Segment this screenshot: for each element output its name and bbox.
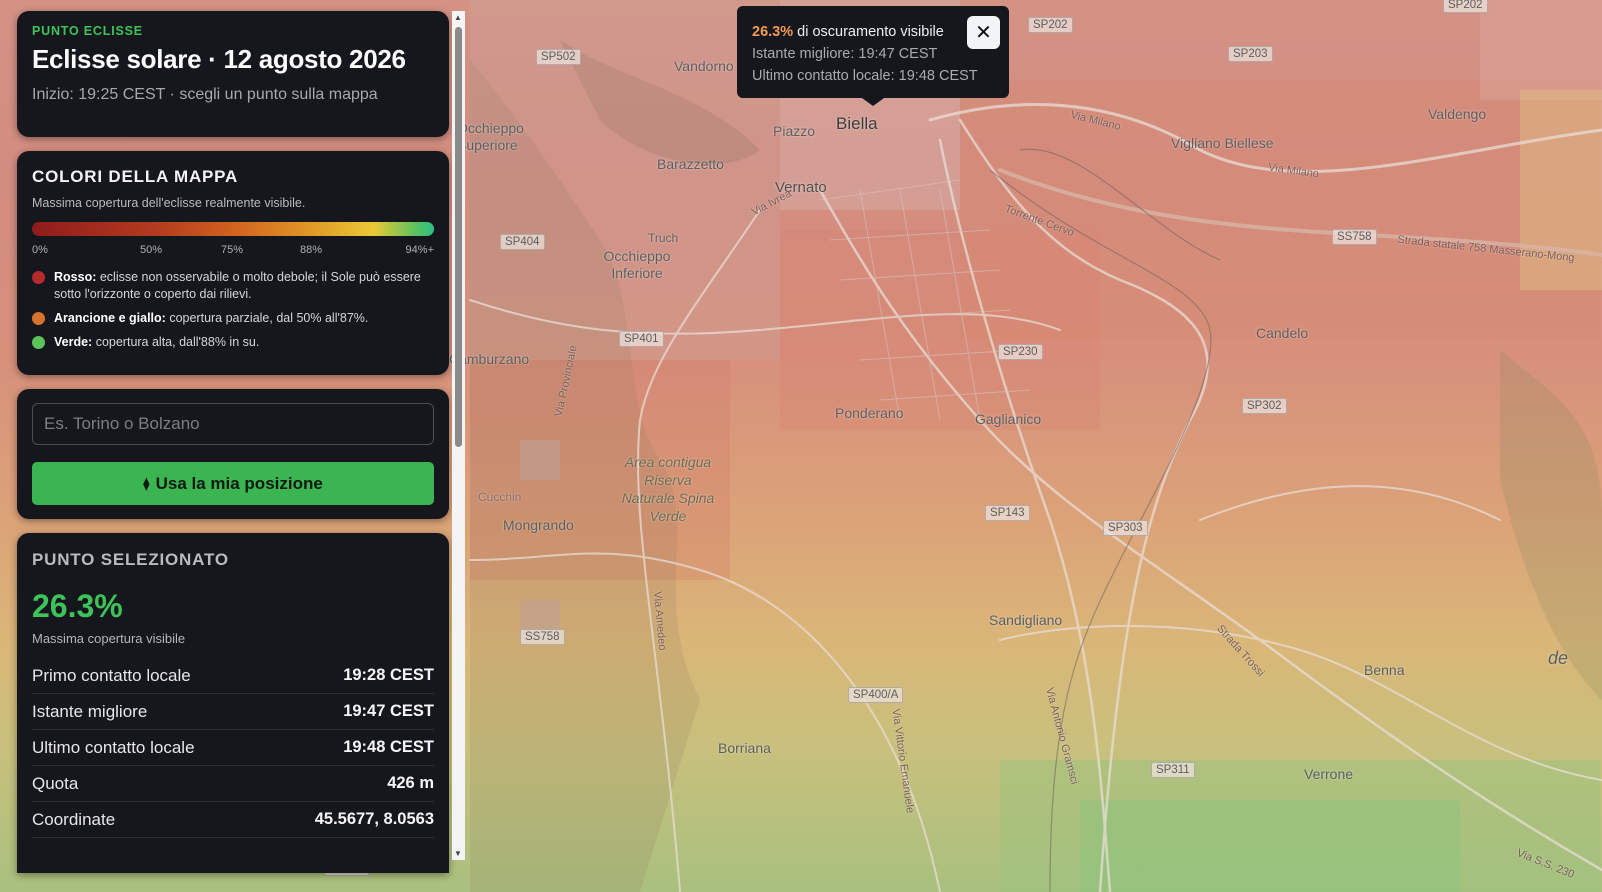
color-scale-ticks: 0% 50% 75% 88% 94%+	[32, 244, 434, 262]
legend-card: COLORI DELLA MAPPA Massima copertura del…	[17, 151, 449, 375]
road-shield: SP143	[985, 505, 1030, 521]
detail-row: Primo contatto locale 19:28 CEST	[32, 658, 434, 694]
road-shield: SP311	[1151, 762, 1195, 778]
map-label-candelo: Candelo	[1256, 325, 1309, 341]
legend-description: Massima copertura dell'eclisse realmente…	[32, 196, 306, 210]
sidebar-scrollbar[interactable]: ▲ ▼	[452, 11, 465, 860]
road-shield: SP230	[998, 344, 1043, 360]
details-list: Primo contatto locale 19:28 CEST Istante …	[32, 658, 434, 838]
map-label-biella: Biella	[836, 114, 878, 133]
sidebar: PUNTO ECLISSE Eclisse solare · 12 agosto…	[17, 11, 449, 873]
map-label-gaglianico: Gaglianico	[975, 411, 1042, 427]
road-shield: SP203	[1228, 46, 1273, 62]
legend-item-green: Verde: copertura alta, dall'88% in su.	[32, 334, 434, 351]
map-label-occhieppo-superiore: Occhieppo Superiore	[457, 120, 524, 153]
detail-value: 19:47 CEST	[343, 702, 434, 720]
legend-item-name: Arancione e giallo:	[54, 311, 166, 325]
road-shield: SP303	[1103, 520, 1148, 536]
legend-item-text: copertura alta, dall'88% in su.	[95, 335, 260, 349]
green-dot-icon	[32, 336, 45, 349]
scale-tick: 0%	[32, 244, 48, 256]
detail-row: Coordinate 45.5677, 8.0563	[32, 802, 434, 838]
popup-coverage-line: 26.3% di oscuramento visibile	[752, 21, 994, 43]
road-shield: SS758	[1332, 229, 1377, 245]
scrollbar-thumb[interactable]	[455, 27, 462, 447]
detail-label: Primo contatto locale	[32, 665, 191, 685]
legend-item-orange: Arancione e giallo: copertura parziale, …	[32, 310, 434, 327]
detail-label: Ultimo contatto locale	[32, 737, 195, 757]
page-title: Eclisse solare · 12 agosto 2026	[32, 44, 406, 74]
use-my-location-button[interactable]: ⧫ Usa la mia posizione	[32, 462, 434, 505]
detail-value: 19:48 CEST	[343, 738, 434, 756]
map-label-mongrando: Mongrando	[503, 517, 574, 533]
popup-coverage-text: di oscuramento visibile	[793, 24, 944, 40]
selected-point-card: PUNTO SELEZIONATO 26.3% Massima copertur…	[17, 533, 449, 873]
selected-point-title: PUNTO SELEZIONATO	[32, 550, 229, 569]
use-my-location-label: Usa la mia posizione	[155, 473, 323, 493]
road-shield: SS758	[520, 629, 565, 645]
legend-item-name: Verde:	[54, 335, 93, 349]
road-shield: SP302	[1242, 398, 1287, 414]
map-label-borriana: Borriana	[718, 740, 771, 756]
map-label-vigliano: Vigliano Biellese	[1171, 135, 1274, 151]
close-icon[interactable]: ✕	[967, 16, 1000, 49]
map-label-verrone: Verrone	[1304, 766, 1354, 782]
road-shield: SP401	[619, 331, 664, 347]
orange-dot-icon	[32, 312, 45, 325]
popup-last-contact: Ultimo contatto locale: 19:48 CEST	[752, 68, 978, 84]
road-shield: SP404	[500, 234, 545, 250]
map-label-benna: Benna	[1364, 662, 1405, 678]
detail-value: 45.5677, 8.0563	[314, 810, 434, 828]
coverage-value: 26.3%	[32, 588, 123, 624]
map-popup: 26.3% di oscuramento visibile Istante mi…	[737, 6, 1009, 106]
map-label-de: de	[1548, 648, 1569, 668]
map-label-ponderano: Ponderano	[835, 405, 904, 421]
scale-tick: 88%	[300, 244, 323, 256]
scale-tick: 75%	[221, 244, 244, 256]
popup-best-time: Istante migliore: 19:47 CEST	[752, 46, 938, 62]
map-label-truch: Truch	[648, 231, 679, 245]
legend-item-text: copertura parziale, dal 50% all'87%.	[169, 311, 369, 325]
map-label-nature-area: Area contigua Riserva Naturale Spina Ver…	[621, 454, 715, 524]
road-shield: SP502	[536, 49, 581, 65]
map-label-valdengo: Valdengo	[1428, 106, 1487, 122]
detail-value: 426 m	[387, 774, 434, 792]
location-diamond-icon: ⧫	[143, 475, 150, 491]
legend-title: COLORI DELLA MAPPA	[32, 167, 239, 186]
map-label-barazzetto: Barazzetto	[657, 156, 724, 172]
coverage-caption: Massima copertura visibile	[32, 631, 186, 646]
popup-coverage-pct: 26.3%	[752, 24, 794, 40]
detail-label: Istante migliore	[32, 701, 148, 721]
page-subtitle: Inizio: 19:25 CEST · scegli un punto sul…	[32, 86, 378, 103]
legend-item-text: eclisse non osservabile o molto debole; …	[54, 270, 421, 301]
map-label-vandorno: Vandorno	[674, 58, 734, 74]
map-label-sandigliano: Sandigliano	[989, 612, 1063, 628]
road-shield: SP400/A	[848, 687, 904, 703]
app-eyebrow: PUNTO ECLISSE	[32, 24, 143, 38]
detail-label: Quota	[32, 773, 79, 793]
location-search-input[interactable]	[32, 403, 434, 445]
scale-tick: 94%+	[405, 244, 434, 256]
map-label-occhieppo-inferiore: Occhieppo Inferiore	[603, 248, 671, 281]
scroll-up-arrow-icon[interactable]: ▲	[454, 13, 462, 22]
detail-label: Coordinate	[32, 809, 116, 829]
detail-row: Istante migliore 19:47 CEST	[32, 694, 434, 730]
detail-row: Ultimo contatto locale 19:48 CEST	[32, 730, 434, 766]
road-shield: SP202	[1028, 17, 1073, 33]
map-label-piazzo: Piazzo	[773, 123, 816, 139]
scroll-down-arrow-icon[interactable]: ▼	[454, 849, 462, 858]
search-card: ⧫ Usa la mia posizione	[17, 389, 449, 519]
detail-value: 19:28 CEST	[343, 666, 434, 684]
red-dot-icon	[32, 271, 45, 284]
detail-row: Quota 426 m	[32, 766, 434, 802]
header-card: PUNTO ECLISSE Eclisse solare · 12 agosto…	[17, 11, 449, 137]
color-scale-bar	[32, 222, 434, 236]
legend-item-name: Rosso:	[54, 270, 97, 284]
scale-tick: 50%	[140, 244, 163, 256]
legend-item-red: Rosso: eclisse non osservabile o molto d…	[32, 269, 434, 303]
map-label-cucchin: Cucchin	[478, 490, 522, 504]
road-shield: SP202	[1443, 0, 1488, 13]
